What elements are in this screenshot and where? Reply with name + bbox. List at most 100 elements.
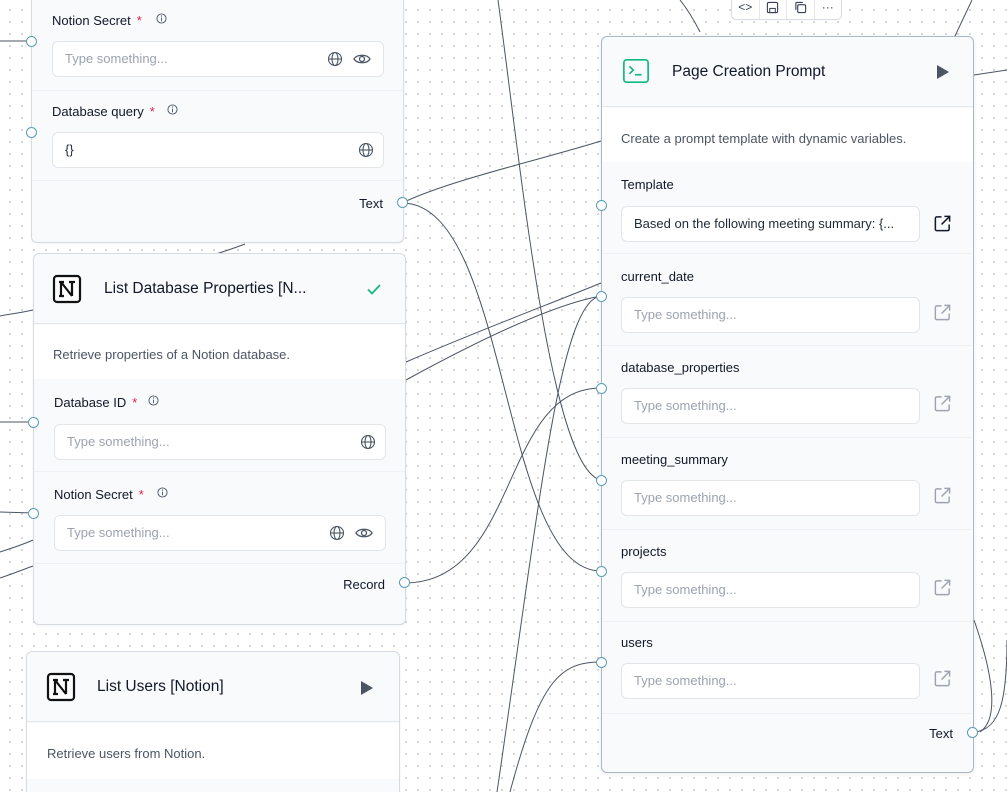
edge — [679, 0, 701, 33]
notion-logo-icon — [52, 274, 82, 304]
list-users-node[interactable]: List Users [Notion] Retrieve users from … — [26, 651, 400, 792]
terminal-icon — [623, 58, 649, 84]
node-title: List Users [Notion] — [97, 678, 224, 695]
output-label-text: Text — [929, 726, 953, 741]
edge — [405, 282, 602, 363]
input-handle-meeting-summary[interactable] — [596, 475, 607, 486]
page-creation-prompt-node[interactable]: Page Creation Prompt Create a prompt tem… — [601, 36, 974, 773]
notion-query-node[interactable]: Notion Secret * Type something... Databas… — [31, 0, 404, 243]
edge — [0, 309, 34, 317]
eye-icon[interactable] — [355, 525, 373, 541]
info-icon[interactable] — [148, 395, 159, 406]
input-handle-database-id[interactable] — [28, 417, 39, 428]
info-icon[interactable] — [157, 487, 168, 498]
edge — [0, 539, 34, 553]
edge — [954, 0, 973, 37]
meeting-summary-label: meeting_summary — [621, 452, 728, 467]
edge — [403, 387, 602, 584]
play-icon[interactable] — [357, 679, 375, 697]
output-label-text: Text — [359, 196, 383, 211]
template-input[interactable]: Based on the following meeting summary: … — [621, 206, 920, 242]
database-id-input[interactable]: Type something... — [54, 424, 386, 460]
eye-icon[interactable] — [353, 51, 371, 67]
more-icon: ··· — [821, 0, 834, 14]
projects-label: projects — [621, 544, 667, 559]
edge — [405, 295, 602, 381]
copy-icon — [795, 1, 806, 13]
field-divider — [602, 437, 973, 438]
users-input[interactable]: Type something... — [621, 663, 920, 699]
field-divider — [34, 563, 405, 564]
output-handle-record[interactable] — [399, 577, 410, 588]
input-handle-current-date[interactable] — [596, 291, 607, 302]
external-link-icon[interactable] — [933, 214, 952, 233]
play-icon[interactable] — [933, 63, 951, 81]
external-link-icon[interactable] — [933, 669, 952, 688]
edge — [496, 295, 602, 792]
duplicate-button[interactable] — [787, 0, 815, 19]
info-icon[interactable] — [167, 104, 178, 115]
current-date-label: current_date — [621, 269, 694, 284]
external-link-icon[interactable] — [933, 578, 952, 597]
node-toolbar: <> ··· — [731, 0, 842, 20]
database-query-label: Database query * — [52, 104, 155, 119]
info-icon[interactable] — [156, 13, 167, 24]
input-handle-template[interactable] — [596, 200, 607, 211]
database-id-label: Database ID * — [54, 395, 138, 410]
edge — [509, 661, 602, 792]
save-icon — [767, 1, 779, 13]
more-button[interactable]: ··· — [815, 0, 842, 19]
notion-secret-label: Notion Secret * — [54, 487, 144, 502]
node-title: List Database Properties [N... — [104, 280, 307, 297]
meeting-summary-input[interactable]: Type something... — [621, 480, 920, 516]
input-handle-database-query[interactable] — [26, 127, 37, 138]
save-button[interactable] — [760, 0, 787, 19]
node-header: Page Creation Prompt — [602, 37, 973, 107]
input-handle-notion-secret[interactable] — [26, 36, 37, 47]
edge — [401, 202, 602, 572]
globe-icon[interactable] — [360, 434, 376, 450]
node-header: List Users [Notion] — [27, 652, 399, 722]
projects-input[interactable]: Type something... — [621, 572, 920, 608]
template-label: Template — [621, 177, 674, 192]
code-button[interactable]: <> — [732, 0, 760, 19]
input-handle-database-properties[interactable] — [596, 383, 607, 394]
notion-secret-label: Notion Secret * — [52, 13, 142, 28]
notion-logo-icon — [46, 672, 76, 702]
edge — [973, 639, 1007, 733]
external-link-icon[interactable] — [933, 303, 952, 322]
edge — [973, 69, 1007, 76]
field-divider — [602, 621, 973, 622]
check-icon — [367, 284, 381, 295]
edge — [401, 140, 602, 204]
globe-icon[interactable] — [358, 142, 374, 158]
external-link-icon[interactable] — [933, 486, 952, 505]
node-header: List Database Properties [N... — [34, 254, 405, 324]
current-date-input[interactable]: Type something... — [621, 297, 920, 333]
edge — [0, 565, 34, 579]
output-handle-text[interactable] — [967, 727, 978, 738]
input-handle-users[interactable] — [596, 657, 607, 668]
output-row — [32, 180, 403, 224]
edge — [497, 0, 602, 481]
input-handle-projects[interactable] — [596, 566, 607, 577]
field-divider — [602, 529, 973, 530]
list-database-properties-node[interactable]: List Database Properties [N... Retrieve … — [33, 253, 406, 625]
node-title: Page Creation Prompt — [672, 63, 826, 80]
node-description: Retrieve users from Notion. — [47, 746, 206, 761]
database-properties-input[interactable]: Type something... — [621, 388, 920, 424]
database-query-input[interactable]: {} — [52, 132, 384, 168]
output-label-record: Record — [343, 577, 385, 592]
node-description: Retrieve properties of a Notion database… — [53, 347, 291, 362]
external-link-icon[interactable] — [933, 394, 952, 413]
globe-icon[interactable] — [329, 525, 345, 541]
field-divider — [34, 471, 405, 472]
field-divider — [602, 345, 973, 346]
globe-icon[interactable] — [327, 51, 343, 67]
code-icon: <> — [738, 0, 753, 14]
edge — [973, 619, 993, 733]
field-divider — [602, 253, 973, 254]
node-description: Create a prompt template with dynamic va… — [621, 131, 907, 146]
output-handle-text[interactable] — [397, 197, 408, 208]
input-handle-notion-secret[interactable] — [28, 508, 39, 519]
